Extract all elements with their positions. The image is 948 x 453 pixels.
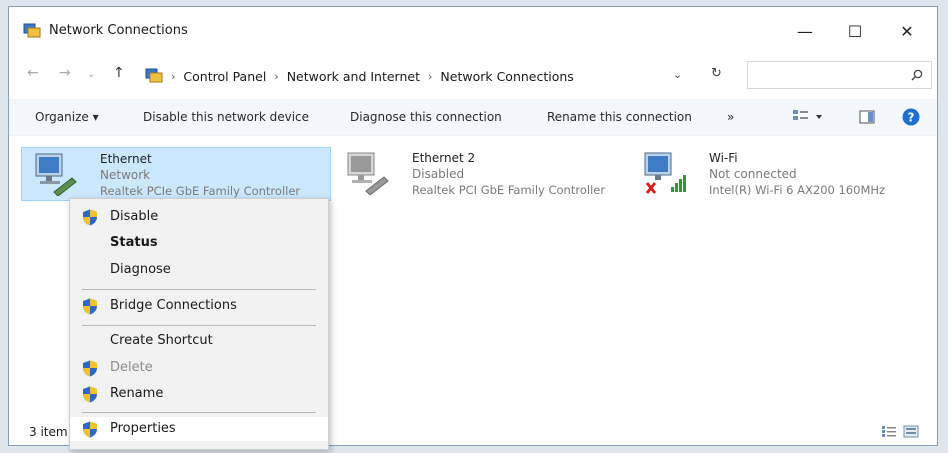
more-commands-button[interactable]: »	[727, 110, 734, 124]
refresh-icon[interactable]: ↻	[711, 66, 722, 81]
adapter-ethernet[interactable]: Ethernet Network Realtek PCIe GbE Family…	[21, 147, 331, 201]
adapter-name: Ethernet 2	[412, 151, 476, 165]
menu-item-label: Disable	[110, 209, 159, 224]
command-bar: Organize ▾ Disable this network device D…	[9, 99, 937, 136]
context-menu: Disable Status Diagnose Bridge Connectio…	[69, 198, 329, 450]
network-connections-icon	[23, 23, 41, 38]
item-count: 3 item	[29, 425, 68, 439]
menu-item-rename[interactable]: Rename	[70, 382, 328, 406]
search-input[interactable]	[747, 61, 932, 89]
title-bar: Network Connections — ☐ ✕	[9, 7, 937, 55]
diagnose-connection-button[interactable]: Diagnose this connection	[350, 110, 502, 124]
wifi-adapter-icon	[644, 152, 686, 194]
shield-icon	[83, 209, 97, 226]
adapter-device: Realtek PCI GbE Family Controller	[412, 183, 606, 197]
chevron-right-icon: ›	[428, 69, 433, 83]
organize-menu[interactable]: Organize ▾	[35, 110, 99, 124]
adapter-ethernet-2[interactable]: Ethernet 2 Disabled Realtek PCI GbE Fami…	[334, 147, 634, 201]
search-icon	[911, 69, 923, 81]
menu-item-label: Bridge Connections	[110, 298, 237, 313]
menu-item-label: Delete	[110, 360, 153, 375]
adapter-name: Wi-Fi	[709, 151, 738, 165]
tiles-view-icon[interactable]	[903, 425, 919, 438]
back-arrow-icon[interactable]: ←	[27, 65, 39, 81]
menu-item-status[interactable]: Status	[70, 231, 328, 255]
menu-item-label: Properties	[110, 421, 176, 436]
close-button[interactable]: ✕	[887, 17, 927, 45]
forward-arrow-icon[interactable]: →	[59, 65, 71, 81]
svg-text:?: ?	[908, 111, 915, 125]
menu-item-label: Status	[110, 235, 158, 250]
chevron-right-icon: ›	[171, 69, 176, 83]
maximize-button[interactable]: ☐	[835, 17, 875, 45]
menu-item-bridge-connections[interactable]: Bridge Connections	[70, 294, 328, 318]
recent-locations-icon[interactable]: ⌄	[87, 69, 95, 80]
adapter-device: Intel(R) Wi-Fi 6 AX200 160MHz	[709, 183, 886, 197]
menu-item-properties[interactable]: Properties	[70, 417, 328, 441]
network-adapter-icon	[35, 153, 77, 196]
preview-pane-icon[interactable]	[859, 110, 875, 124]
breadcrumb-network-connections[interactable]: Network Connections	[440, 69, 573, 84]
minimize-button[interactable]: —	[785, 17, 825, 45]
breadcrumb-network-and-internet[interactable]: Network and Internet	[287, 69, 420, 84]
menu-item-disable[interactable]: Disable	[70, 205, 328, 229]
up-arrow-icon[interactable]: ↑	[113, 65, 125, 81]
window-title: Network Connections	[49, 23, 188, 38]
help-icon[interactable]: ?	[902, 108, 920, 126]
disable-device-button[interactable]: Disable this network device	[143, 110, 309, 124]
menu-separator	[82, 289, 316, 290]
rename-connection-button[interactable]: Rename this connection	[547, 110, 692, 124]
shield-icon	[83, 386, 97, 403]
adapter-status: Network	[100, 168, 151, 182]
menu-separator	[82, 412, 316, 413]
breadcrumb[interactable]: › Control Panel › Network and Internet ›…	[142, 61, 726, 91]
adapter-wi-fi[interactable]: Wi-Fi Not connected Intel(R) Wi-Fi 6 AX2…	[631, 147, 931, 201]
change-view-icon[interactable]	[792, 109, 824, 125]
breadcrumb-control-panel[interactable]: Control Panel	[183, 69, 266, 84]
adapter-status: Not connected	[709, 167, 797, 181]
shield-icon	[83, 298, 97, 315]
chevron-down-icon[interactable]: ⌄	[673, 68, 682, 81]
menu-item-create-shortcut[interactable]: Create Shortcut	[70, 329, 328, 353]
network-adapter-disabled-icon	[347, 152, 389, 195]
menu-item-label: Rename	[110, 386, 164, 401]
menu-item-delete: Delete	[70, 356, 328, 380]
control-panel-icon	[145, 68, 163, 83]
shield-icon	[83, 421, 97, 438]
details-view-icon[interactable]	[881, 425, 897, 438]
adapter-status: Disabled	[412, 167, 465, 181]
shield-icon	[83, 360, 97, 377]
menu-item-label: Create Shortcut	[110, 333, 213, 348]
adapter-name: Ethernet	[100, 152, 152, 166]
adapter-device: Realtek PCIe GbE Family Controller	[100, 184, 301, 198]
address-bar: ← → ⌄ ↑ › Control Panel › Network and In…	[9, 55, 937, 95]
menu-separator	[82, 325, 316, 326]
menu-item-diagnose[interactable]: Diagnose	[70, 258, 328, 282]
menu-item-label: Diagnose	[110, 262, 171, 277]
chevron-right-icon: ›	[274, 69, 279, 83]
